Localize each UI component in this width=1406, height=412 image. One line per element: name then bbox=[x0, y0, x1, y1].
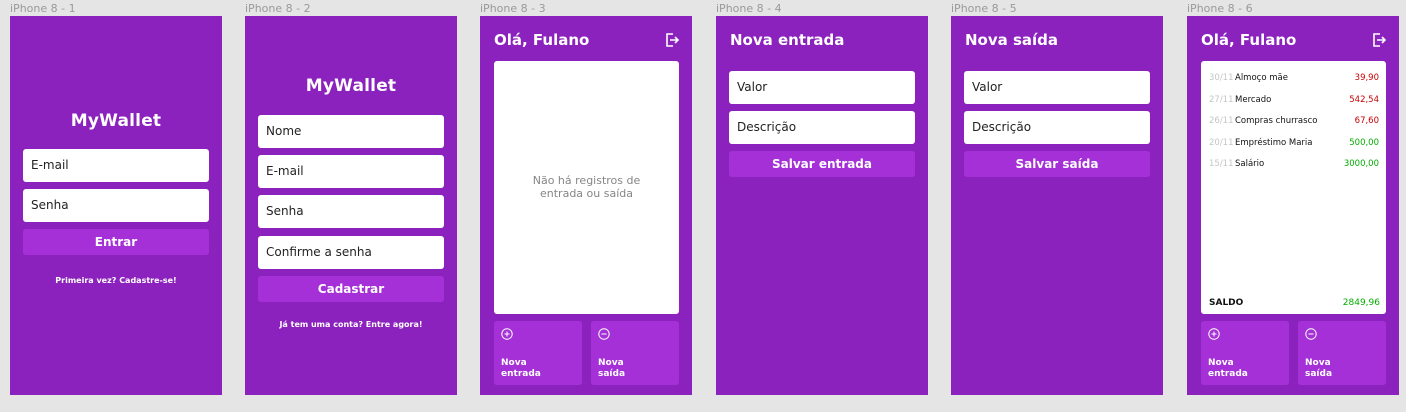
description-input[interactable]: Descrição bbox=[729, 111, 915, 144]
app-logo: MyWallet bbox=[70, 111, 162, 131]
plus-circle-icon bbox=[501, 328, 513, 340]
new-expense-button[interactable]: Nova saída bbox=[1298, 321, 1386, 385]
password-input[interactable]: Senha bbox=[258, 195, 444, 228]
new-expense-button[interactable]: Nova saída bbox=[591, 321, 679, 385]
transaction-value: 500,00 bbox=[1349, 137, 1379, 148]
new-income-label: Nova entrada bbox=[501, 358, 541, 379]
transaction-row: 30/11 Almoço mãe 39,90 bbox=[1209, 73, 1379, 95]
new-income-screen: Nova entrada Valor Descrição Salvar entr… bbox=[716, 16, 928, 395]
new-expense-screen: Nova saída Valor Descrição Salvar saída bbox=[951, 16, 1163, 395]
value-input[interactable]: Valor bbox=[964, 71, 1150, 104]
frame-label: iPhone 8 - 1 bbox=[10, 2, 76, 15]
login-button[interactable]: Entrar bbox=[23, 229, 209, 255]
plus-circle-icon bbox=[1208, 328, 1220, 340]
save-income-button[interactable]: Salvar entrada bbox=[729, 151, 915, 177]
login-link[interactable]: Já tem uma conta? Entre agora! bbox=[245, 320, 457, 329]
signup-screen: MyWallet Nome E-mail Senha Confirme a se… bbox=[245, 16, 457, 395]
frame-label: iPhone 8 - 3 bbox=[480, 2, 546, 15]
email-input[interactable]: E-mail bbox=[258, 155, 444, 188]
new-income-label: Nova entrada bbox=[1208, 358, 1248, 379]
home-empty-screen: Olá, Fulano Não há registros de entrada … bbox=[480, 16, 692, 395]
transaction-value: 542,54 bbox=[1349, 94, 1379, 105]
save-expense-button[interactable]: Salvar saída bbox=[964, 151, 1150, 177]
frame-label: iPhone 8 - 4 bbox=[716, 2, 782, 15]
frame-label: iPhone 8 - 5 bbox=[951, 2, 1017, 15]
email-input[interactable]: E-mail bbox=[23, 149, 209, 182]
new-expense-label: Nova saída bbox=[1305, 358, 1333, 379]
frame-label: iPhone 8 - 6 bbox=[1187, 2, 1253, 15]
transaction-value: 39,90 bbox=[1354, 73, 1379, 83]
page-title: Nova entrada bbox=[730, 31, 845, 49]
new-income-button[interactable]: Nova entrada bbox=[494, 321, 582, 385]
transaction-value: 3000,00 bbox=[1343, 159, 1379, 169]
page-title: Nova saída bbox=[965, 31, 1059, 49]
transaction-description: Compras churrasco bbox=[1235, 116, 1318, 126]
records-panel: 30/11 Almoço mãe 39,90 27/11 Mercado 542… bbox=[1201, 61, 1386, 314]
transaction-row: 26/11 Compras churrasco 67,60 bbox=[1209, 116, 1379, 138]
transaction-date: 26/11 bbox=[1209, 116, 1234, 126]
value-input[interactable]: Valor bbox=[729, 71, 915, 104]
home-filled-screen: Olá, Fulano 30/11 Almoço mãe 39,90 27/11… bbox=[1187, 16, 1399, 395]
transaction-row: 27/11 Mercado 542,54 bbox=[1209, 95, 1379, 117]
signup-button[interactable]: Cadastrar bbox=[258, 276, 444, 302]
transaction-row: 20/11 Empréstimo Maria 500,00 bbox=[1209, 138, 1379, 160]
transaction-date: 27/11 bbox=[1209, 94, 1234, 105]
greeting: Olá, Fulano bbox=[1201, 31, 1297, 49]
transaction-description: Mercado bbox=[1235, 94, 1272, 105]
logout-icon[interactable] bbox=[1371, 32, 1387, 48]
transaction-date: 15/11 bbox=[1209, 159, 1234, 169]
greeting: Olá, Fulano bbox=[494, 31, 590, 49]
transaction-list: 30/11 Almoço mãe 39,90 27/11 Mercado 542… bbox=[1209, 73, 1379, 181]
description-input[interactable]: Descrição bbox=[964, 111, 1150, 144]
records-panel: Não há registros de entrada ou saída bbox=[494, 61, 679, 314]
new-income-button[interactable]: Nova entrada bbox=[1201, 321, 1289, 385]
transaction-value: 67,60 bbox=[1354, 116, 1379, 126]
new-expense-label: Nova saída bbox=[598, 358, 626, 379]
balance-label: SALDO bbox=[1209, 298, 1244, 308]
signup-link[interactable]: Primeira vez? Cadastre-se! bbox=[10, 276, 222, 285]
name-input[interactable]: Nome bbox=[258, 115, 444, 148]
empty-message: Não há registros de entrada ou saída bbox=[532, 174, 641, 200]
app-logo: MyWallet bbox=[305, 76, 397, 96]
logout-icon[interactable] bbox=[664, 32, 680, 48]
transaction-row: 15/11 Salário 3000,00 bbox=[1209, 159, 1379, 181]
transaction-date: 30/11 bbox=[1209, 73, 1234, 83]
transaction-description: Empréstimo Maria bbox=[1235, 137, 1313, 148]
confirm-password-input[interactable]: Confirme a senha bbox=[258, 236, 444, 269]
balance-value: 2849,96 bbox=[1342, 298, 1380, 308]
login-screen: MyWallet E-mail Senha Entrar Primeira ve… bbox=[10, 16, 222, 395]
transaction-description: Salário bbox=[1235, 159, 1265, 169]
minus-circle-icon bbox=[1305, 328, 1317, 340]
transaction-date: 20/11 bbox=[1209, 137, 1234, 148]
transaction-description: Almoço mãe bbox=[1235, 73, 1288, 83]
frame-label: iPhone 8 - 2 bbox=[245, 2, 311, 15]
password-input[interactable]: Senha bbox=[23, 189, 209, 222]
minus-circle-icon bbox=[598, 328, 610, 340]
